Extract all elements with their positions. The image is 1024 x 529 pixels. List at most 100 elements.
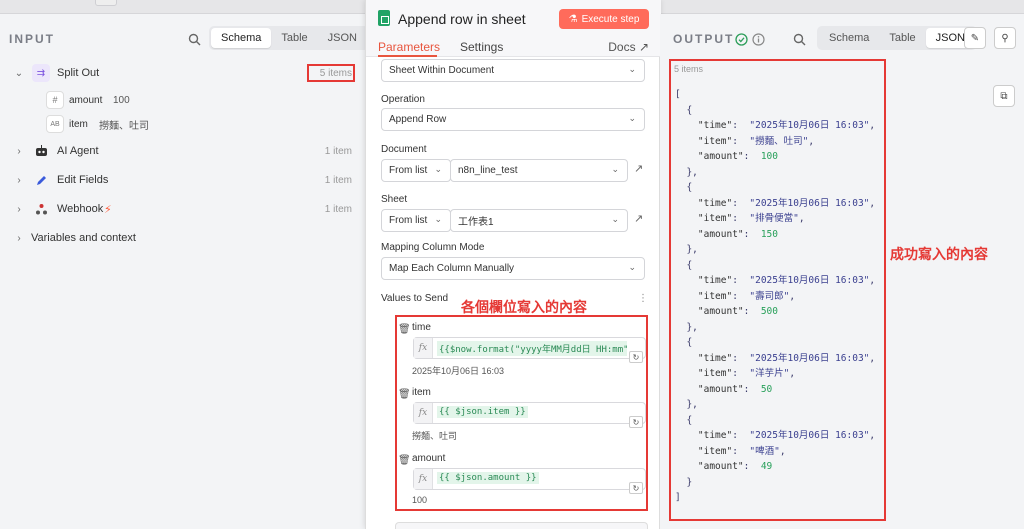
variables-and-context[interactable]: › Variables and context <box>0 226 365 250</box>
node-webhook[interactable]: › Webhook ⚡ 1 item <box>0 197 365 221</box>
output-count: 5 items <box>674 64 704 74</box>
input-view-tabs: Schema Table JSON <box>209 26 369 50</box>
node-settings-modal: Append row in sheet ⚗ Execute step Parame… <box>365 0 661 529</box>
modal-header: Append row in sheet ⚗ Execute step Parame… <box>366 0 661 57</box>
pin-icon[interactable]: ⚲ <box>994 27 1016 49</box>
output-view-tabs: Schema Table JSON <box>817 26 977 50</box>
json-number-value: 50 <box>760 383 773 395</box>
modal-title[interactable]: Append row in sheet <box>398 11 526 27</box>
mapping-mode-select[interactable]: Map Each Column Manually ⌄ <box>381 257 645 280</box>
node-count: 1 item <box>324 145 352 157</box>
json-string-value: "壽司郎" <box>749 290 790 302</box>
node-ai-agent[interactable]: › AI Agent 1 item <box>0 139 365 163</box>
operation-label: Operation <box>381 94 425 105</box>
chevron-down-icon[interactable]: ⌄ <box>14 68 24 79</box>
output-panel: OUTPUT Schema Table JSON ✎ ⚲ 5 items [ {… <box>660 14 1024 529</box>
trash-icon[interactable]: 🗑 <box>398 455 411 466</box>
docs-link[interactable]: Docs ↗ <box>608 40 649 54</box>
operation-select[interactable]: Append Row ⌄ <box>381 108 645 131</box>
node-edit-fields[interactable]: › Edit Fields 1 item <box>0 168 365 192</box>
chevron-right-icon[interactable]: › <box>14 146 24 157</box>
json-number-value: 150 <box>760 228 778 240</box>
values-to-send-label: Values to Send <box>381 293 449 304</box>
output-title: OUTPUT <box>673 32 735 46</box>
document-mode-select[interactable]: From list ⌄ <box>381 159 451 182</box>
expression-code: {{$now.format("yyyy年MM月dd日 HH:mm")}} <box>437 341 627 356</box>
json-key: "item" <box>675 368 733 379</box>
field-name[interactable]: amount <box>69 95 102 106</box>
edit-output-icon[interactable]: ✎ <box>964 27 986 49</box>
pencil-icon <box>32 171 50 189</box>
highlight-output-box: 5 items [ { "time": "2025年10月06日 16:03",… <box>669 59 886 521</box>
document-select[interactable]: n8n_line_test ⌄ <box>450 159 628 182</box>
add-field-stub[interactable] <box>395 522 648 529</box>
mapping-mode-label: Mapping Column Mode <box>381 242 485 253</box>
webhook-icon <box>32 200 50 218</box>
expression-input[interactable]: fx {{$now.format("yyyy年MM月dd日 HH:mm")}} … <box>413 337 646 363</box>
expression-input[interactable]: fx {{ $json.amount }} ↻ <box>413 468 646 494</box>
search-icon[interactable] <box>186 31 202 47</box>
chevron-down-icon: ⌄ <box>628 262 636 272</box>
chevron-right-icon[interactable]: › <box>14 233 24 244</box>
execute-step-button[interactable]: ⚗ Execute step <box>559 9 649 29</box>
node-label: Webhook <box>57 203 104 215</box>
chevron-right-icon[interactable]: › <box>14 175 24 186</box>
copy-icon[interactable]: ⧉ <box>993 85 1015 107</box>
node-label: Split Out <box>57 67 100 79</box>
mapping-mode-value: Map Each Column Manually <box>389 263 515 274</box>
search-icon[interactable] <box>791 31 807 47</box>
input-title: INPUT <box>9 32 55 46</box>
trash-icon[interactable]: 🗑 <box>398 389 411 400</box>
tab-settings[interactable]: Settings <box>460 40 503 54</box>
expand-icon[interactable]: ↻ <box>629 482 643 494</box>
tab-parameters[interactable]: Parameters <box>378 40 440 54</box>
node-label: Edit Fields <box>57 174 109 186</box>
expand-icon[interactable]: ↻ <box>629 416 643 428</box>
chevron-down-icon: ⌄ <box>434 214 442 224</box>
json-key: "time" <box>675 430 733 441</box>
sheet-select[interactable]: 工作表1 ⌄ <box>450 209 628 232</box>
tab-table[interactable]: Table <box>271 28 317 48</box>
json-key: "amount" <box>675 383 744 395</box>
tab-schema[interactable]: Schema <box>819 28 879 48</box>
active-tab-indicator <box>378 55 437 57</box>
field-value: 撈麵、吐司 <box>99 120 149 132</box>
value-field-label: amount <box>412 453 446 464</box>
resource-select[interactable]: Sheet Within Document ⌄ <box>381 59 645 82</box>
value-field-label: item <box>412 387 431 398</box>
json-string-value: "2025年10月06日 16:03" <box>749 430 870 441</box>
json-key: "time" <box>675 275 733 286</box>
json-key: "time" <box>675 197 733 209</box>
document-mode-value: From list <box>389 165 428 176</box>
annotation-values: 各個欄位寫入的內容 <box>461 299 587 315</box>
json-string-value: "2025年10月06日 16:03" <box>749 120 870 131</box>
json-key: "item" <box>675 290 733 302</box>
json-string-value: "2025年10月06日 16:03" <box>749 352 870 364</box>
json-number-value: 500 <box>760 306 778 317</box>
tab-schema[interactable]: Schema <box>211 28 272 48</box>
tab-table[interactable]: Table <box>879 28 925 48</box>
expression-code: {{ $json.amount }} <box>437 472 539 484</box>
json-string-value: "啤酒" <box>749 445 780 457</box>
json-key: "amount" <box>675 228 744 240</box>
expression-input[interactable]: fx {{ $json.item }} ↻ <box>413 402 646 428</box>
input-panel: INPUT Schema Table JSON ⌄ ⇉ Split Out 5 … <box>0 14 369 529</box>
json-key: "amount" <box>675 306 744 317</box>
field-name[interactable]: item <box>69 119 88 130</box>
highlight-count-box <box>307 64 355 82</box>
sheet-mode-select[interactable]: From list ⌄ <box>381 209 451 232</box>
json-key: "amount" <box>675 461 744 472</box>
document-value: n8n_line_test <box>458 165 518 176</box>
tab-json[interactable]: JSON <box>318 28 367 48</box>
more-options-icon[interactable]: ⋮ <box>638 293 648 304</box>
expand-icon[interactable]: ↻ <box>629 351 643 363</box>
string-type-icon: AB <box>46 115 64 133</box>
success-check-icon <box>733 31 749 47</box>
open-external-icon[interactable]: ↗ <box>634 212 643 225</box>
info-icon[interactable] <box>750 31 766 47</box>
chevron-right-icon[interactable]: › <box>14 204 24 215</box>
json-key: "item" <box>675 135 733 147</box>
trash-icon[interactable]: 🗑 <box>398 324 411 335</box>
field-row-item: AB item 撈麵、吐司 <box>0 112 365 136</box>
open-external-icon[interactable]: ↗ <box>634 162 643 175</box>
